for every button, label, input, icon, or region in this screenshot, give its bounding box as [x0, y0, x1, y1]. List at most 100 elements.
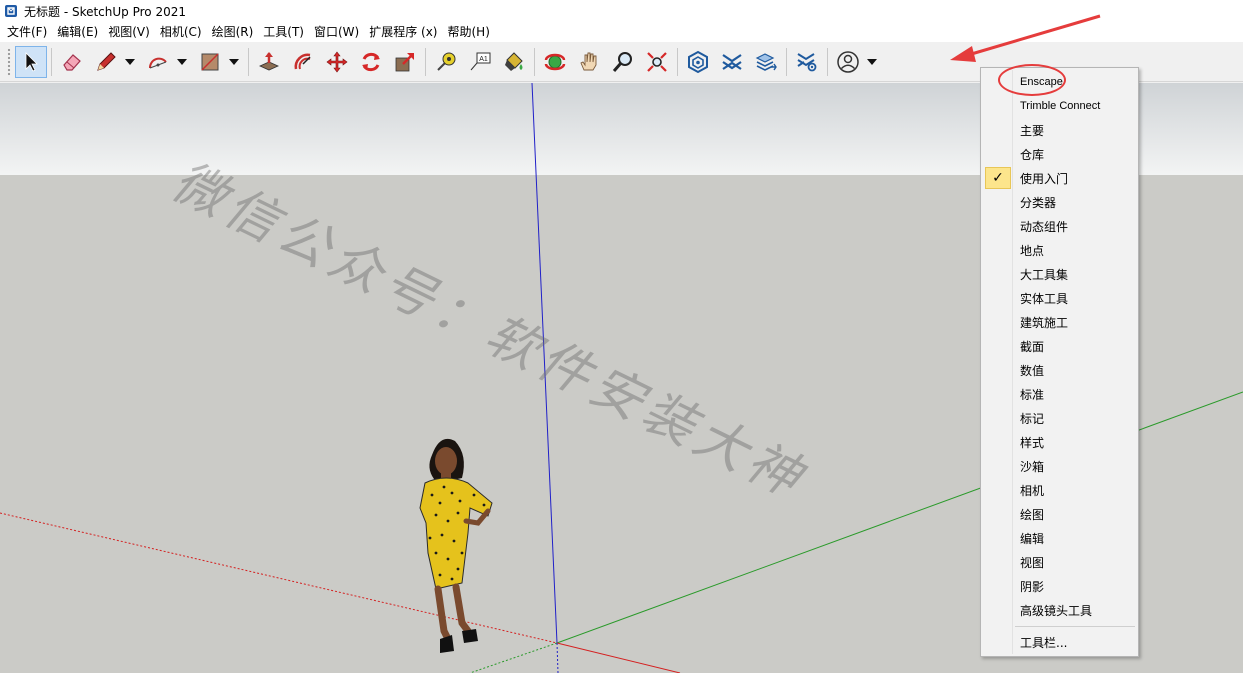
menu-item-section[interactable]: 截面	[981, 334, 1138, 358]
menu-edit[interactable]: 编辑(E)	[52, 22, 103, 42]
menu-item-tags[interactable]: 标记	[981, 406, 1138, 430]
blue-axis	[531, 83, 558, 644]
paint-bucket-tool-button[interactable]	[498, 46, 530, 78]
rotate-tool-button[interactable]	[355, 46, 387, 78]
eraser-tool-button[interactable]	[56, 46, 88, 78]
menu-help[interactable]: 帮助(H)	[442, 22, 494, 42]
green-axis-negative	[469, 642, 558, 673]
red-axis-negative	[0, 512, 558, 644]
menu-item-label: Enscape	[1020, 76, 1063, 88]
menu-item-measurements[interactable]: 数值	[981, 358, 1138, 382]
menu-item-drawing[interactable]: 绘图	[981, 502, 1138, 526]
scale-tool-button[interactable]	[389, 46, 421, 78]
menu-item-warehouse[interactable]: 仓库	[981, 142, 1138, 166]
menu-item-label: 视图	[1020, 555, 1045, 570]
menu-item-label: 标准	[1020, 387, 1045, 402]
menu-item-label: 相机	[1020, 483, 1045, 498]
menu-item-main[interactable]: 主要	[981, 118, 1138, 142]
menu-item-label: 截面	[1020, 339, 1045, 354]
eraser-icon	[63, 54, 81, 71]
zoom-icon	[612, 52, 632, 72]
dropdown-arrow-icon	[177, 59, 187, 65]
extension-manager-button[interactable]	[791, 46, 823, 78]
zoom-extents-tool-button[interactable]	[641, 46, 673, 78]
menu-item-construction[interactable]: 建筑施工	[981, 310, 1138, 334]
dropdown-arrow-icon	[867, 59, 877, 65]
rectangle-icon	[201, 53, 219, 71]
toolbar-separator	[534, 48, 535, 76]
move-tool-button[interactable]	[321, 46, 353, 78]
pan-tool-button[interactable]	[573, 46, 605, 78]
menu-item-edit[interactable]: 编辑	[981, 526, 1138, 550]
arc-tool-button[interactable]	[142, 46, 174, 78]
menu-item-advanced-camera-tools[interactable]: 高级镜头工具	[981, 598, 1138, 622]
menu-item-shadows[interactable]: 阴影	[981, 574, 1138, 598]
extension-manager-icon	[797, 53, 817, 72]
menu-item-camera[interactable]: 相机	[981, 478, 1138, 502]
menu-item-label: 实体工具	[1020, 291, 1069, 306]
extension-warehouse-button[interactable]	[716, 46, 748, 78]
select-arrow-icon	[25, 52, 38, 72]
menu-item-views[interactable]: 视图	[981, 550, 1138, 574]
toolbars-context-menu: Enscape Trimble Connect 主要 仓库 ✓ 使用入门 分类器…	[980, 67, 1139, 657]
toolbar-separator	[786, 48, 787, 76]
menu-item-trimble-connect[interactable]: Trimble Connect	[981, 94, 1138, 118]
menu-item-styles[interactable]: 样式	[981, 430, 1138, 454]
window-title: 无标题 - SketchUp Pro 2021	[24, 4, 186, 19]
toolbar-grip[interactable]	[7, 48, 11, 76]
menu-item-location[interactable]: 地点	[981, 238, 1138, 262]
menu-item-label: 工具栏...	[1020, 635, 1068, 650]
line-tool-button[interactable]	[90, 46, 122, 78]
tape-measure-tool-button[interactable]	[430, 46, 462, 78]
menu-bar: 文件(F) 编辑(E) 视图(V) 相机(C) 绘图(R) 工具(T) 窗口(W…	[0, 22, 1243, 42]
menu-camera[interactable]: 相机(C)	[155, 22, 207, 42]
menu-draw[interactable]: 绘图(R)	[207, 22, 259, 42]
menu-item-label: Trimble Connect	[1020, 100, 1101, 112]
menu-item-sandbox[interactable]: 沙箱	[981, 454, 1138, 478]
account-button[interactable]	[832, 46, 864, 78]
3d-warehouse-button[interactable]	[682, 46, 714, 78]
menu-file[interactable]: 文件(F)	[2, 22, 52, 42]
tape-measure-icon	[437, 52, 456, 71]
account-dropdown[interactable]	[865, 46, 879, 78]
menu-item-enscape[interactable]: Enscape	[981, 70, 1138, 94]
menu-item-label: 阴影	[1020, 579, 1045, 594]
menu-item-standard[interactable]: 标准	[981, 382, 1138, 406]
move-icon	[326, 51, 348, 73]
menu-item-label: 数值	[1020, 363, 1045, 378]
zoom-tool-button[interactable]	[607, 46, 639, 78]
line-tool-dropdown[interactable]	[123, 46, 137, 78]
arc-icon	[148, 57, 167, 69]
shape-tool-dropdown[interactable]	[227, 46, 241, 78]
toolbar-separator	[51, 48, 52, 76]
menu-item-label: 高级镜头工具	[1020, 603, 1093, 618]
toolbar-separator	[827, 48, 828, 76]
dropdown-arrow-icon	[229, 59, 239, 65]
text-tool-button[interactable]: A1	[464, 46, 496, 78]
paint-bucket-icon	[505, 52, 523, 71]
menu-item-label: 主要	[1020, 123, 1045, 138]
menu-item-toolbars[interactable]: 工具栏...	[981, 630, 1138, 654]
menu-window[interactable]: 窗口(W)	[309, 22, 364, 42]
push-pull-tool-button[interactable]	[253, 46, 285, 78]
orbit-tool-button[interactable]	[539, 46, 571, 78]
menu-item-large-tool-set[interactable]: 大工具集	[981, 262, 1138, 286]
menu-tools[interactable]: 工具(T)	[258, 22, 309, 42]
menu-item-label: 建筑施工	[1020, 315, 1069, 330]
menu-item-getting-started[interactable]: ✓ 使用入门	[981, 166, 1138, 190]
menu-view[interactable]: 视图(V)	[103, 22, 155, 42]
green-axis	[556, 391, 1243, 644]
menu-item-dynamic-components[interactable]: 动态组件	[981, 214, 1138, 238]
layout-button[interactable]	[750, 46, 782, 78]
menu-item-label: 编辑	[1020, 531, 1045, 546]
rectangle-tool-button[interactable]	[194, 46, 226, 78]
arc-tool-dropdown[interactable]	[175, 46, 189, 78]
title-bar: 无标题 - SketchUp Pro 2021	[0, 0, 1243, 22]
sketchup-icon	[5, 5, 17, 17]
3d-warehouse-icon	[688, 50, 708, 74]
menu-item-solid-tools[interactable]: 实体工具	[981, 286, 1138, 310]
select-tool-button[interactable]	[15, 46, 47, 78]
offset-tool-button[interactable]	[287, 46, 319, 78]
menu-item-classifier[interactable]: 分类器	[981, 190, 1138, 214]
menu-extensions[interactable]: 扩展程序 (x)	[364, 22, 442, 42]
